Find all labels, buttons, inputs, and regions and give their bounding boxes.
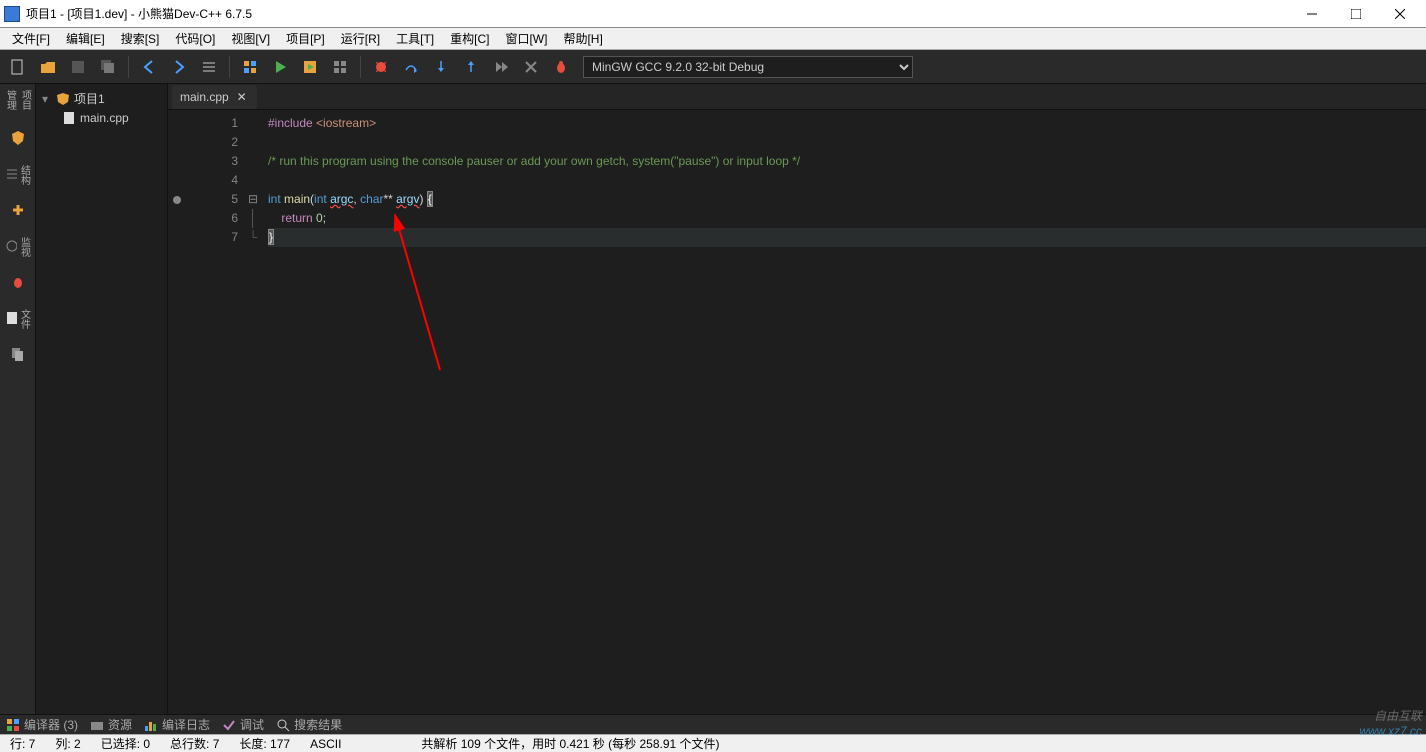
file-icon [62,111,76,125]
leftbar-watch[interactable]: 监视 [4,232,32,260]
log-panel-button[interactable]: 编译日志 [144,716,210,733]
compile-run-button[interactable] [296,53,324,81]
breakpoint-marker[interactable] [168,190,186,209]
step-out-button[interactable] [457,53,485,81]
debug-panel-button[interactable]: 调试 [222,716,264,733]
leftbar-plus[interactable] [4,196,32,224]
bottom-panel-bar: 编译器 (3) 资源 编译日志 调试 搜索结果 [0,714,1426,734]
stop-button[interactable] [517,53,545,81]
editor-tabs: main.cpp ✕ [168,84,1426,110]
leftbar-folder[interactable]: 项目管理 [4,88,32,116]
indent-button[interactable] [195,53,223,81]
debug-button[interactable] [367,53,395,81]
leftbar-shield[interactable] [4,124,32,152]
separator [360,56,361,78]
menu-item[interactable]: 运行[R] [333,28,388,49]
menu-item[interactable]: 视图[V] [223,28,278,49]
line-number-gutter: 1234567 [186,110,246,714]
run-button[interactable] [266,53,294,81]
bug-button[interactable] [547,53,575,81]
status-total: 总行数: 7 [166,735,223,752]
continue-button[interactable] [487,53,515,81]
project-file[interactable]: main.cpp [38,109,165,127]
open-button[interactable] [34,53,62,81]
results-panel-button[interactable]: 搜索结果 [276,716,342,733]
leftbar-file[interactable]: 文件 [4,304,32,332]
tab-label: main.cpp [180,90,229,104]
menu-item[interactable]: 搜索[S] [113,28,168,49]
file-name: main.cpp [80,111,129,125]
menu-item[interactable]: 项目[P] [278,28,333,49]
tab-close-button[interactable]: ✕ [235,90,249,104]
minimize-button[interactable] [1290,0,1334,28]
close-button[interactable] [1378,0,1422,28]
menu-item[interactable]: 帮助[H] [555,28,610,49]
save-button[interactable] [64,53,92,81]
back-button[interactable] [135,53,163,81]
resource-panel-button[interactable]: 资源 [90,716,132,733]
leftbar-struct[interactable]: 结构 [4,160,32,188]
separator [128,56,129,78]
shield-icon [56,92,70,106]
search-icon [276,718,290,732]
file-tab[interactable]: main.cpp ✕ [172,85,257,109]
status-sel: 已选择: 0 [97,735,154,752]
menu-item[interactable]: 代码[O] [167,28,223,49]
step-over-button[interactable] [397,53,425,81]
leftbar-debug[interactable] [4,268,32,296]
chart-icon [144,718,158,732]
fold-toggle[interactable]: ⊟ [246,190,260,209]
code-area[interactable]: 1234567 ⊟ └ #include <iostream>/* run th… [168,110,1426,714]
new-file-button[interactable] [4,53,32,81]
menu-item[interactable]: 工具[T] [388,28,442,49]
fold-column[interactable]: ⊟ └ [246,110,260,714]
project-name: 项目1 [74,90,105,107]
save-all-button[interactable] [94,53,122,81]
project-root[interactable]: ▾ 项目1 [38,88,165,109]
left-toolbar: 项目管理结构监视文件 [0,84,36,714]
app-icon [4,6,20,22]
code-text[interactable]: #include <iostream>/* run this program u… [260,110,1426,714]
maximize-button[interactable] [1334,0,1378,28]
breakpoint-column[interactable] [168,110,186,714]
status-parse: 共解析 109 个文件，用时 0.421 秒 (每秒 258.91 个文件) [417,735,723,752]
grid-button[interactable] [236,53,264,81]
statusbar: 行: 7 列: 2 已选择: 0 总行数: 7 长度: 177 ASCII 共解… [0,734,1426,752]
compiler-select[interactable]: MinGW GCC 9.2.0 32-bit Debug [583,56,913,78]
separator [229,56,230,78]
toolbar: MinGW GCC 9.2.0 32-bit Debug [0,50,1426,84]
leftbar-copy[interactable] [4,340,32,368]
menu-item[interactable]: 文件[F] [4,28,58,49]
expand-icon: ▾ [42,92,52,106]
window-title: 项目1 - [项目1.dev] - 小熊猫Dev-C++ 6.7.5 [26,5,252,22]
step-into-button[interactable] [427,53,455,81]
forward-button[interactable] [165,53,193,81]
rebuild-button[interactable] [326,53,354,81]
project-sidebar: ▾ 项目1 main.cpp [36,84,168,714]
status-enc: ASCII [306,737,345,751]
status-len: 长度: 177 [235,735,294,752]
titlebar: 项目1 - [项目1.dev] - 小熊猫Dev-C++ 6.7.5 [0,0,1426,28]
main-area: 项目管理结构监视文件 ▾ 项目1 main.cpp main.cpp ✕ 123… [0,84,1426,714]
menu-item[interactable]: 窗口[W] [497,28,555,49]
editor: main.cpp ✕ 1234567 ⊟ └ #include <iostrea… [168,84,1426,714]
status-col: 列: 2 [51,735,84,752]
check-icon [222,718,236,732]
folder-icon [90,718,104,732]
grid-icon [6,718,20,732]
menubar: 文件[F]编辑[E]搜索[S]代码[O]视图[V]项目[P]运行[R]工具[T]… [0,28,1426,50]
compiler-panel-button[interactable]: 编译器 (3) [6,716,78,733]
menu-item[interactable]: 编辑[E] [58,28,113,49]
menu-item[interactable]: 重构[C] [442,28,497,49]
status-row: 行: 7 [6,735,39,752]
